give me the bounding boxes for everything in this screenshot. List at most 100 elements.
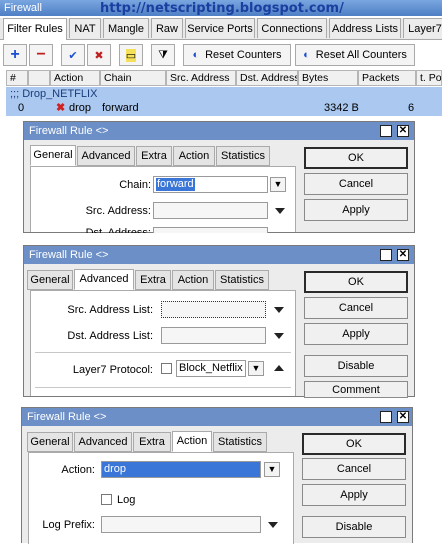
col-header-chain[interactable]: Chain xyxy=(100,70,166,86)
tab-general[interactable]: General xyxy=(27,270,73,290)
cancel-button[interactable]: Cancel xyxy=(302,458,406,480)
maximize-icon[interactable] xyxy=(380,125,392,137)
comment-button[interactable]: ▭ xyxy=(119,44,143,66)
plus-icon: + xyxy=(10,46,20,63)
chain-label: Chain: xyxy=(119,179,151,191)
reset-all-counters-button[interactable]: ◐ Reset All Counters xyxy=(295,44,415,66)
apply-button[interactable]: Apply xyxy=(304,323,408,345)
tab-advanced[interactable]: Advanced xyxy=(74,432,132,452)
row-action: drop xyxy=(69,102,92,114)
col-header-flags[interactable] xyxy=(28,70,50,86)
apply-button[interactable]: Apply xyxy=(304,199,408,221)
chain-field[interactable]: forward xyxy=(153,176,268,193)
src-address-list-expand-icon[interactable] xyxy=(274,307,284,313)
tab-raw[interactable]: Raw xyxy=(151,18,183,38)
ok-button[interactable]: OK xyxy=(304,147,408,169)
drop-icon: ✖ xyxy=(56,102,66,114)
log-prefix-dropdown-icon[interactable] xyxy=(268,522,278,528)
funnel-icon: ⧩ xyxy=(158,48,168,61)
col-header-action[interactable]: Action xyxy=(50,70,100,86)
ok-button[interactable]: OK xyxy=(304,271,408,293)
tab-filter-rules[interactable]: Filter Rules xyxy=(3,18,67,40)
tab-service-ports[interactable]: Service Ports xyxy=(185,18,255,38)
tab-action[interactable]: Action xyxy=(173,146,215,166)
separator xyxy=(35,387,291,388)
reset-icon: ◐ xyxy=(192,49,200,61)
disable-button[interactable]: Disable xyxy=(304,355,408,377)
table-row[interactable]: 0 ✖ drop forward 3342 B 6 xyxy=(6,101,442,116)
log-label: Log xyxy=(117,494,136,506)
cancel-button[interactable]: Cancel xyxy=(304,173,408,195)
tab-extra[interactable]: Extra xyxy=(136,146,172,166)
watermark: http://netscripting.blogspot.com/ xyxy=(100,1,344,16)
src-address-list-field[interactable] xyxy=(161,301,266,318)
layer7-protocol-field[interactable]: Block_Netflix xyxy=(176,360,246,377)
enable-button[interactable]: ✔ xyxy=(61,44,85,66)
reset-counters-button[interactable]: ◐ Reset Counters xyxy=(183,44,291,66)
dst-address-field[interactable] xyxy=(153,227,268,233)
filter-button[interactable]: ⧩ xyxy=(151,44,175,66)
tab-statistics[interactable]: Statistics xyxy=(216,146,270,166)
note-icon: ▭ xyxy=(125,48,137,62)
rule-comment-row[interactable]: ;;; Drop_NETFLIX xyxy=(6,87,442,101)
disable-button[interactable]: Disable xyxy=(302,516,406,538)
tab-advanced[interactable]: Advanced xyxy=(74,269,134,290)
tab-nat[interactable]: NAT xyxy=(69,18,101,38)
cancel-button[interactable]: Cancel xyxy=(304,297,408,319)
tab-advanced[interactable]: Advanced xyxy=(77,146,135,166)
col-header-src-address[interactable]: Src. Address xyxy=(166,70,236,86)
firewall-toolbar: + − ✔ ✖ ▭ ⧩ ◐ Reset Counters ◐ Reset All… xyxy=(0,41,442,69)
tab-layer7[interactable]: Layer7 xyxy=(403,18,442,38)
action-label: Action: xyxy=(61,464,95,476)
action-dropdown-button[interactable]: ▼ xyxy=(264,462,280,477)
tab-extra[interactable]: Extra xyxy=(133,432,171,452)
dialog-title: Firewall Rule <> xyxy=(24,122,414,140)
x-icon: ✖ xyxy=(94,49,104,62)
tab-general[interactable]: General xyxy=(30,145,76,166)
chain-dropdown-button[interactable]: ▼ xyxy=(270,177,286,192)
tab-action[interactable]: Action xyxy=(172,270,214,290)
close-icon[interactable]: ✕ xyxy=(397,411,409,423)
action-field[interactable]: drop xyxy=(101,461,261,478)
tab-connections[interactable]: Connections xyxy=(257,18,327,38)
add-button[interactable]: + xyxy=(3,44,27,66)
reset-counters-label: Reset Counters xyxy=(205,49,282,61)
log-prefix-field[interactable] xyxy=(101,516,261,533)
firewall-rule-dialog-advanced: Firewall Rule <> ✕ General Advanced Extr… xyxy=(23,245,415,398)
src-address-expand-icon[interactable] xyxy=(275,208,285,214)
row-packets: 6 xyxy=(408,102,415,114)
dst-address-list-label: Dst. Address List: xyxy=(67,330,153,342)
action-panel: Action: drop ▼ Log Log Prefix: xyxy=(28,452,294,544)
ok-button[interactable]: OK xyxy=(302,433,406,455)
maximize-icon[interactable] xyxy=(380,249,392,261)
close-icon[interactable]: ✕ xyxy=(397,249,409,261)
disable-button[interactable]: ✖ xyxy=(87,44,111,66)
dst-address-list-expand-icon[interactable] xyxy=(274,333,284,339)
log-checkbox[interactable] xyxy=(101,494,112,505)
layer7-negate-checkbox[interactable] xyxy=(161,363,172,374)
firewall-tabs: Filter Rules NAT Mangle Raw Service Port… xyxy=(0,18,442,40)
col-header-bytes[interactable]: Bytes xyxy=(298,70,358,86)
maximize-icon[interactable] xyxy=(380,411,392,423)
col-header-packets[interactable]: Packets xyxy=(358,70,416,86)
tab-statistics[interactable]: Statistics xyxy=(213,432,267,452)
tab-extra[interactable]: Extra xyxy=(135,270,171,290)
remove-button[interactable]: − xyxy=(29,44,53,66)
dst-address-list-field[interactable] xyxy=(161,327,266,344)
layer7-collapse-icon[interactable] xyxy=(274,365,284,371)
tab-general[interactable]: General xyxy=(27,432,73,452)
tab-statistics[interactable]: Statistics xyxy=(215,270,269,290)
layer7-dropdown-button[interactable]: ▼ xyxy=(248,361,264,376)
close-icon[interactable]: ✕ xyxy=(397,125,409,137)
tab-mangle[interactable]: Mangle xyxy=(103,18,149,38)
src-address-field[interactable] xyxy=(153,202,268,219)
col-header-num[interactable]: # xyxy=(6,70,28,86)
apply-button[interactable]: Apply xyxy=(302,484,406,506)
comment-button[interactable]: Comment xyxy=(304,381,408,398)
rule-comment: ;;; Drop_NETFLIX xyxy=(10,88,98,100)
dialog-title: Firewall Rule <> xyxy=(24,246,414,264)
col-header-dst-address[interactable]: Dst. Address xyxy=(236,70,298,86)
tab-address-lists[interactable]: Address Lists xyxy=(329,18,401,38)
col-header-dst-port[interactable]: t. Po xyxy=(416,70,442,86)
tab-action[interactable]: Action xyxy=(172,431,212,452)
